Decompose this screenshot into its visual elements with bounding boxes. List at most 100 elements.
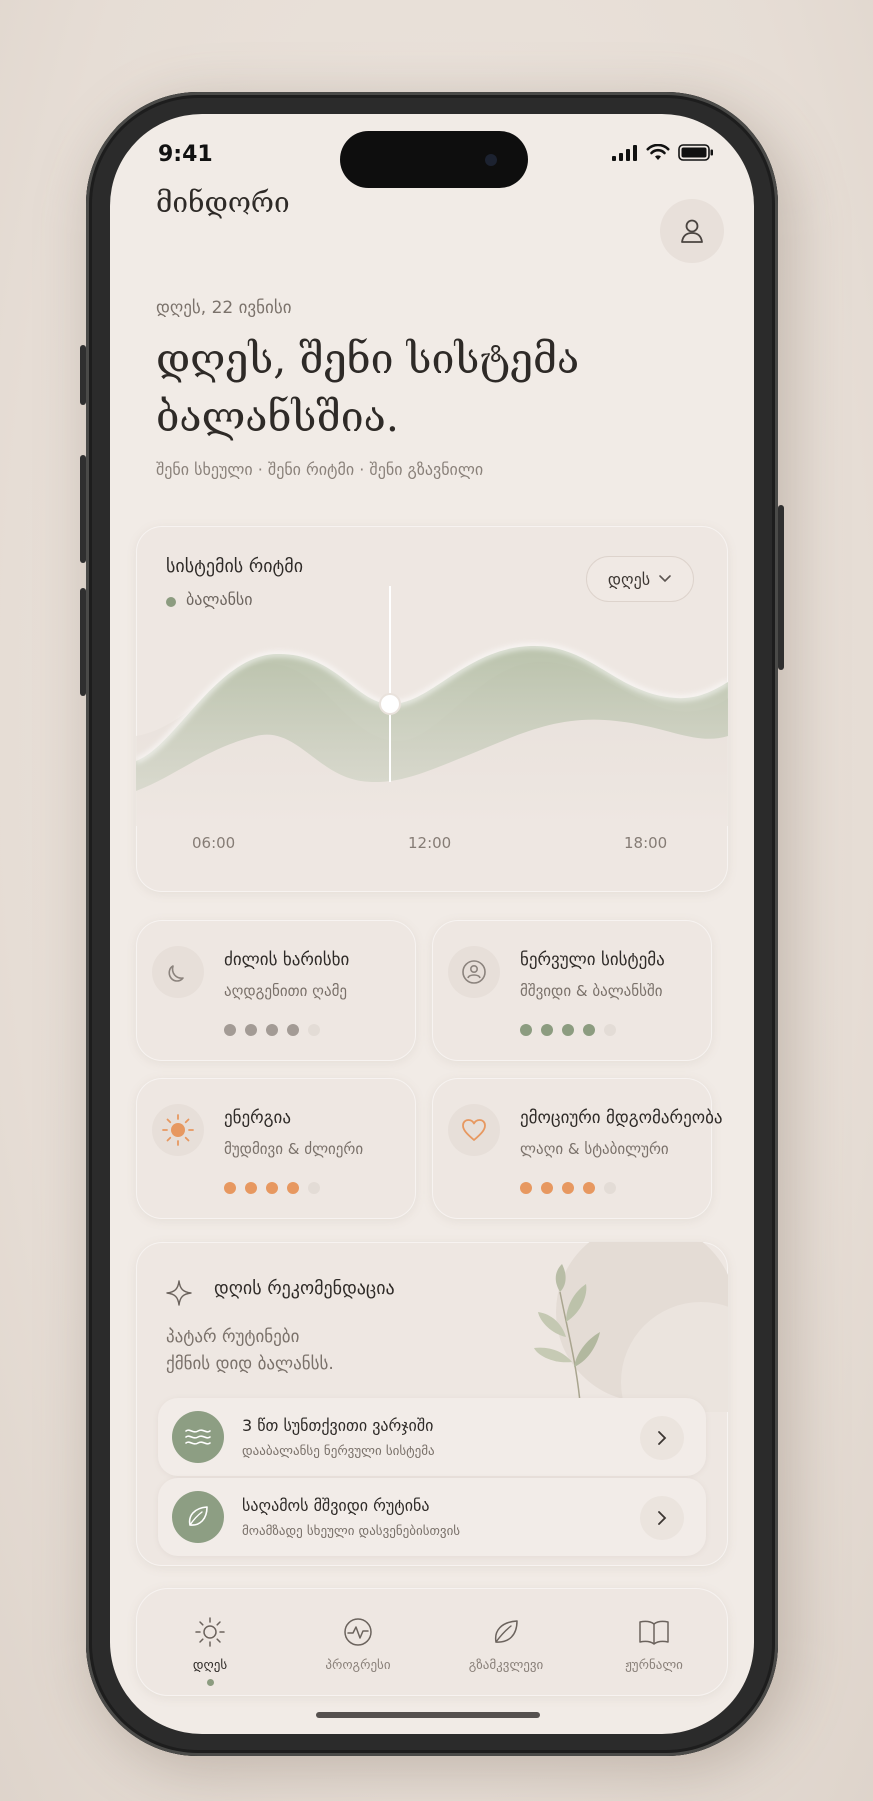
rating-dot-empty [308, 1182, 320, 1194]
mute-switch [80, 345, 86, 405]
rating-dot-filled [287, 1182, 299, 1194]
rating-dot-filled [583, 1182, 595, 1194]
tab-label: პროგრესი [325, 1658, 391, 1673]
tab-today[interactable]: დღეს [136, 1588, 284, 1696]
recommendation-text-line-2: ქმნის დიდ ბალანსს. [166, 1354, 334, 1374]
sun-icon [162, 1114, 194, 1146]
recommendation-card: დღის რეკომენდაცია პატარ რუტინები ქმნის დ… [136, 1242, 728, 1566]
metric-card-energy[interactable]: ენერგია მუდმივი & ძლიერი [136, 1078, 416, 1219]
tab-label: ჟურნალი [625, 1658, 683, 1673]
sparkle-icon [166, 1280, 192, 1306]
status-icons [612, 144, 714, 161]
x-tick-1800: 18:00 [624, 834, 668, 852]
wifi-icon [646, 144, 670, 160]
rating-dot-empty [308, 1024, 320, 1036]
tab-journal[interactable]: ჟურნალი [580, 1588, 728, 1696]
camera-icon [485, 154, 497, 166]
rating-dot-filled [287, 1024, 299, 1036]
metric-card-emotional-state[interactable]: ემოციური მდგომარეობა ლაღი & სტაბილური [432, 1078, 723, 1219]
rating-dot-filled [224, 1182, 236, 1194]
metric-title: ენერგია [224, 1108, 291, 1128]
x-tick-0600: 06:00 [192, 834, 236, 852]
rhythm-chart [136, 586, 728, 826]
signal-icon [612, 144, 637, 161]
chevron-right-icon [658, 1511, 667, 1525]
status-time: 9:41 [158, 142, 213, 167]
metric-subtitle: ლაღი & სტაბილური [520, 1140, 669, 1158]
tab-icon-wrap [342, 1614, 374, 1650]
sun-icon [195, 1617, 225, 1647]
headline-line-1: დღეს, შენი სისტემა [156, 335, 580, 383]
dynamic-island [340, 131, 528, 188]
chevron-right-icon [658, 1431, 667, 1445]
pulse-icon [344, 1618, 372, 1646]
rating-dot-filled [245, 1182, 257, 1194]
recommendation-item-breathing[interactable]: 3 წთ სუნთქვითი ვარჯიში დააბალანსე ნერვულ… [158, 1398, 706, 1476]
rating-dot-filled [266, 1024, 278, 1036]
plant-illustration [534, 1242, 728, 1412]
volume-down-button [80, 588, 86, 696]
tab-label: დღეს [192, 1658, 228, 1673]
heart-icon [462, 1119, 486, 1141]
screen: 9:41 მინდორი დღეს, 22 ივნისი დღეს, შენი … [110, 114, 754, 1734]
battery-icon [678, 144, 713, 161]
rating-dot-empty [604, 1024, 616, 1036]
wave-icon [185, 1429, 211, 1445]
rating-dot-filled [245, 1024, 257, 1036]
tab-icon-wrap [637, 1614, 671, 1650]
recommendation-text: პატარ რუტინები ქმნის დიდ ბალანსს. [166, 1324, 426, 1378]
metric-subtitle: აღდგენითი ღამე [224, 982, 348, 1000]
rating-dot-filled [224, 1024, 236, 1036]
rating-dot-filled [541, 1024, 553, 1036]
recommendation-title: დღის რეკომენდაცია [214, 1278, 395, 1299]
rec-item-title: საღამოს მშვიდი რუტინა [242, 1496, 430, 1515]
power-button [778, 505, 784, 670]
rating-dot-filled [520, 1182, 532, 1194]
tab-guide[interactable]: გზამკვლევი [432, 1588, 580, 1696]
metric-card-sleep[interactable]: ძილის ხარისხი აღდგენითი ღამე [136, 920, 416, 1061]
person-icon [462, 960, 486, 984]
rec-item-icon-wrap [172, 1491, 224, 1543]
rec-item-arrow[interactable] [640, 1416, 684, 1460]
metric-icon-wrap [448, 1104, 500, 1156]
metric-subtitle: მუდმივი & ძლიერი [224, 1140, 364, 1158]
rating-dot-filled [562, 1182, 574, 1194]
rating-dot-filled [541, 1182, 553, 1194]
metric-rating [520, 1182, 616, 1194]
active-tab-indicator [206, 1679, 214, 1686]
tab-bar: დღეს პროგრესი გზამკვლევი ჟურნალი [136, 1588, 728, 1696]
recommendation-text-line-1: პატარ რუტინები [166, 1327, 300, 1347]
rating-dot-filled [562, 1024, 574, 1036]
rec-item-arrow[interactable] [640, 1496, 684, 1540]
metric-rating [224, 1024, 320, 1036]
volume-up-button [80, 455, 86, 563]
profile-button[interactable] [660, 199, 724, 263]
tab-progress[interactable]: პროგრესი [284, 1588, 432, 1696]
headline-line-2: ბალანსშია. [156, 393, 399, 441]
date-label: დღეს, 22 ივნისი [156, 298, 292, 318]
metric-card-nervous-system[interactable]: ნერვული სისტემა მშვიდი & ბალანსში [432, 920, 712, 1061]
leaf-icon [188, 1506, 208, 1526]
metric-title: ნერვული სისტემა [520, 950, 665, 970]
book-icon [639, 1620, 669, 1645]
metric-title: ძილის ხარისხი [224, 950, 350, 970]
rhythm-title: სისტემის რიტმი [166, 556, 304, 577]
tab-icon-wrap [194, 1614, 226, 1650]
rec-item-title: 3 წთ სუნთქვითი ვარჯიში [242, 1416, 434, 1435]
headline: დღეს, შენი სისტემა ბალანსშია. [156, 330, 716, 446]
tab-label: გზამკვლევი [468, 1658, 544, 1673]
rec-item-subtitle: დააბალანსე ნერვული სისტემა [242, 1444, 435, 1459]
recommendation-item-evening-routine[interactable]: საღამოს მშვიდი რუტინა მოამზადე სხეული და… [158, 1478, 706, 1556]
x-tick-1200: 12:00 [408, 834, 452, 852]
rhythm-card: სისტემის რიტმი ბალანსი დღეს 06:00 12:00 … [136, 526, 728, 892]
metric-rating [520, 1024, 616, 1036]
metric-rating [224, 1182, 320, 1194]
metric-icon-wrap [448, 946, 500, 998]
metric-icon-wrap [152, 1104, 204, 1156]
rec-item-icon-wrap [172, 1411, 224, 1463]
metric-title: ემოციური მდგომარეობა [520, 1108, 723, 1128]
metric-subtitle: მშვიდი & ბალანსში [520, 982, 663, 1000]
metric-icon-wrap [152, 946, 204, 998]
home-indicator[interactable] [316, 1712, 540, 1718]
rating-dot-filled [583, 1024, 595, 1036]
